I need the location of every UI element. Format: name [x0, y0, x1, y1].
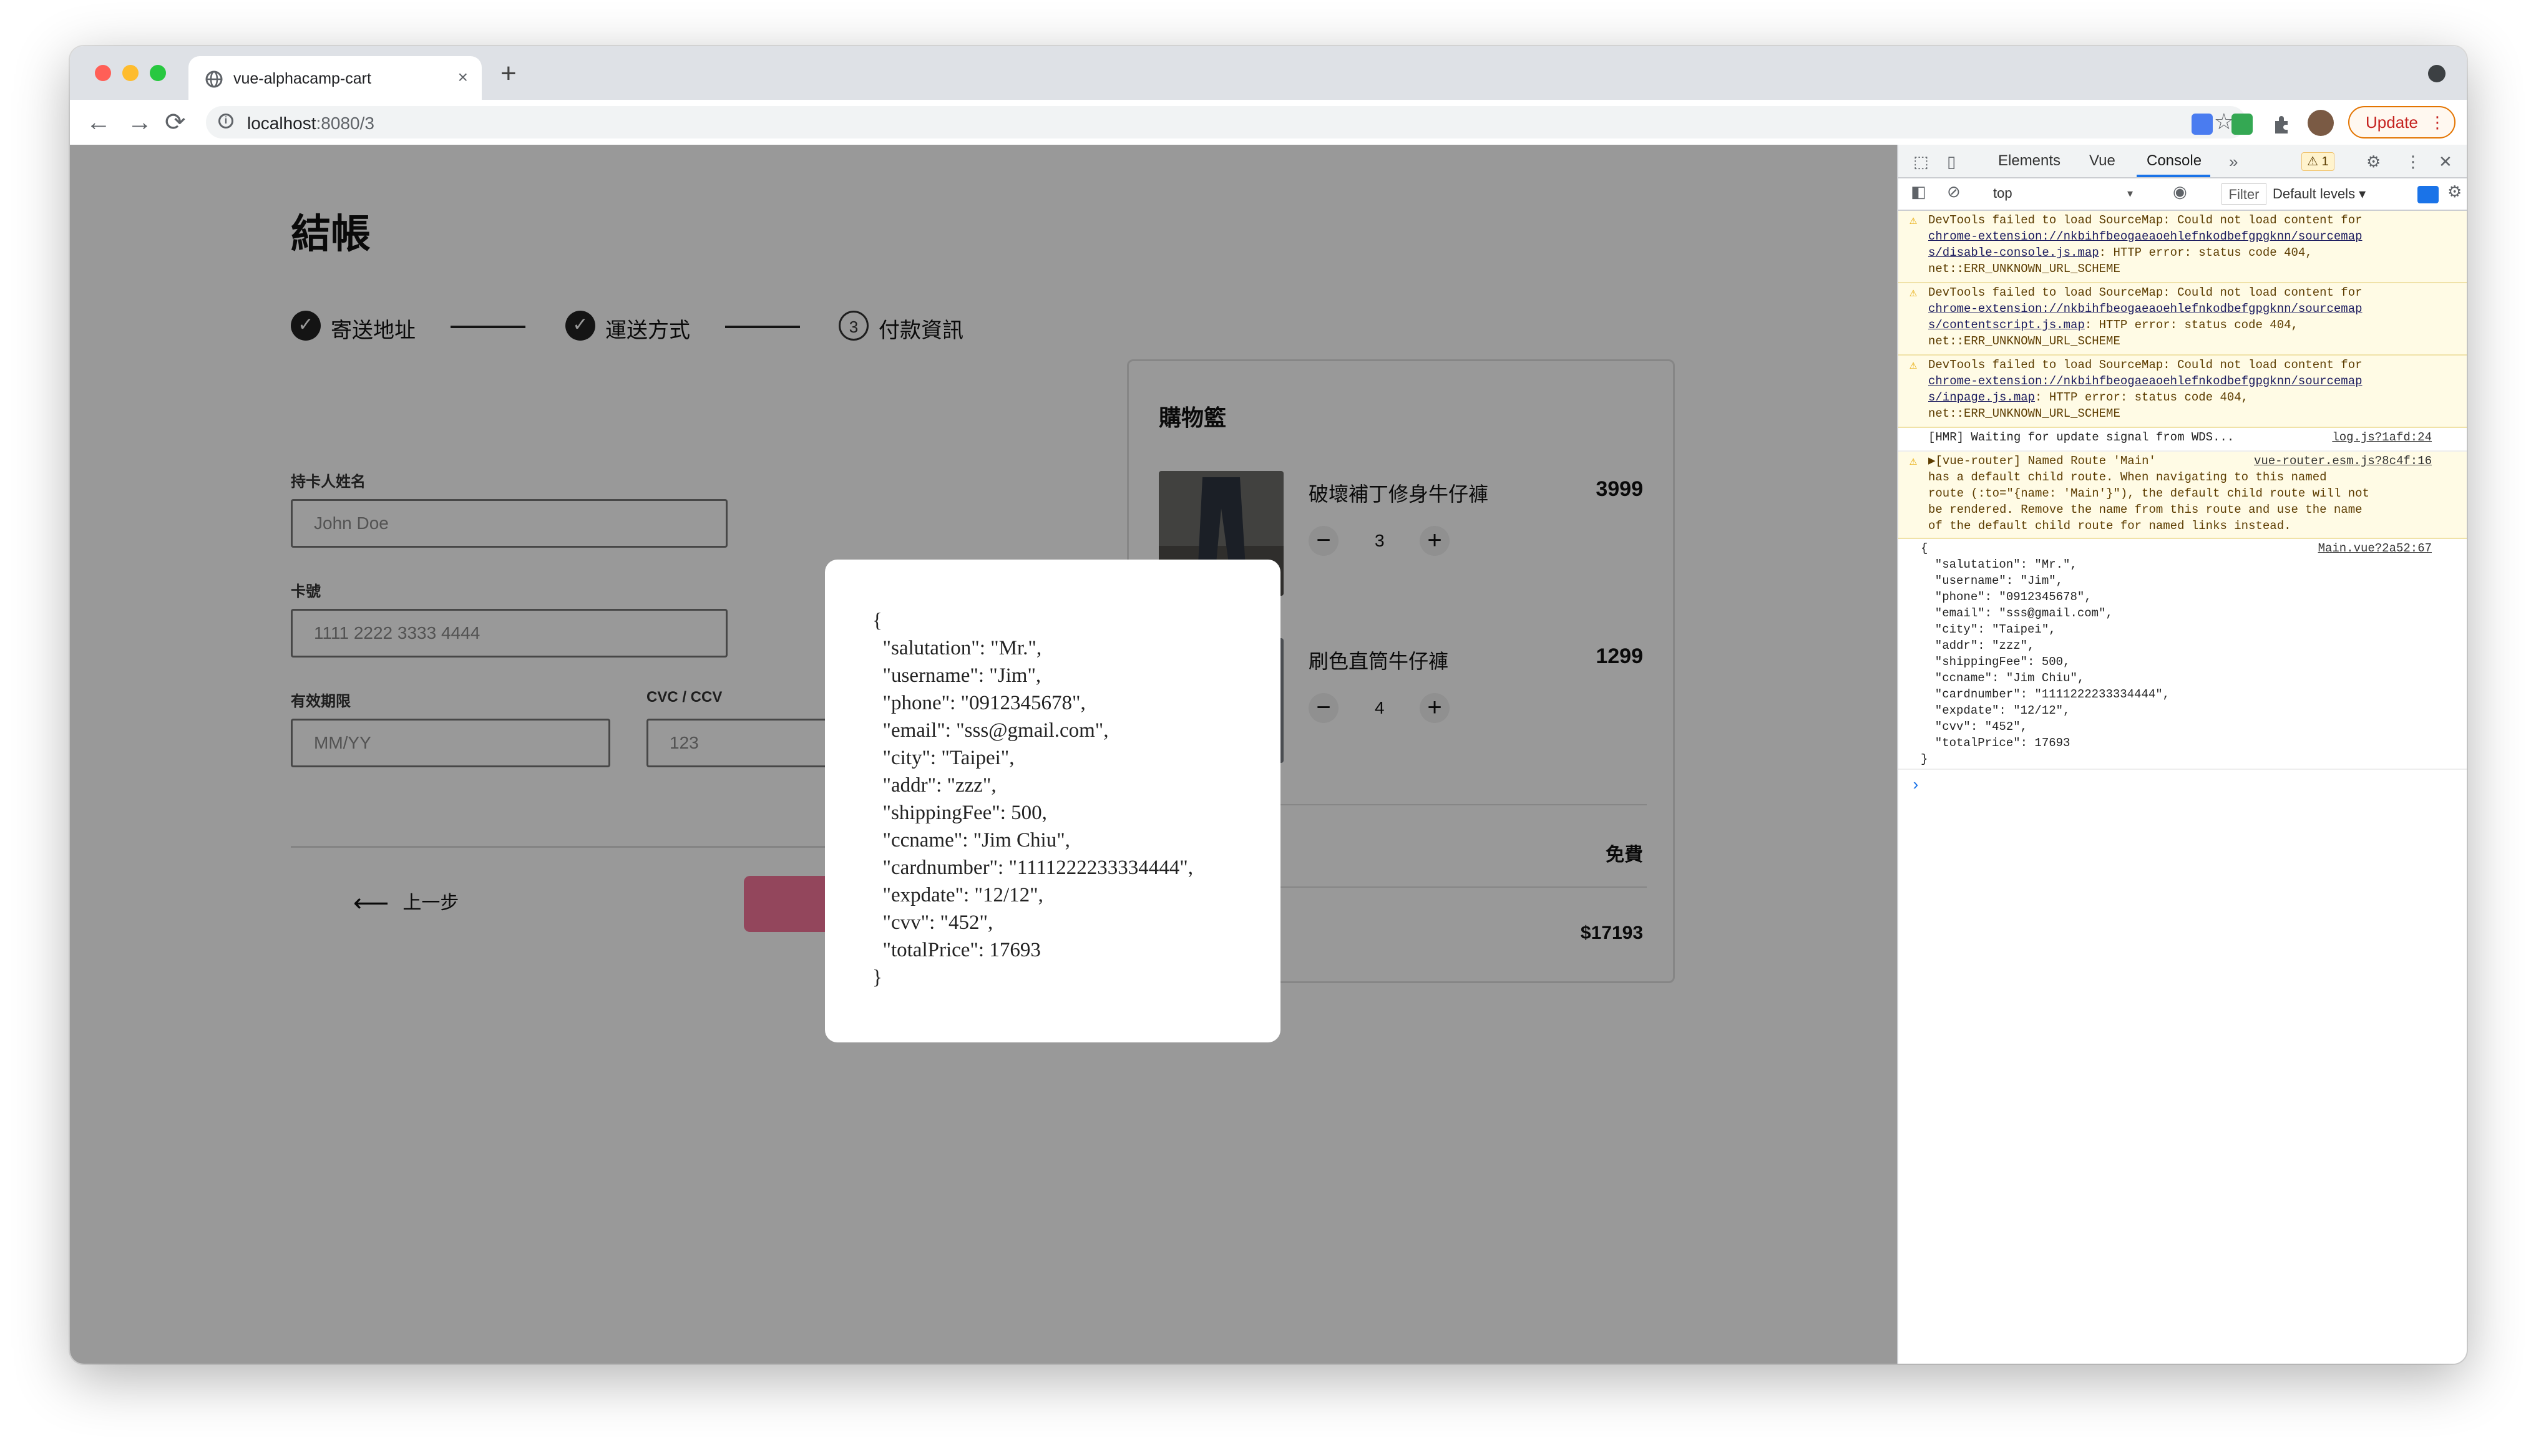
zoom-window-button[interactable]: [150, 65, 166, 81]
console-warning: ⚠ DevTools failed to load SourceMap: Cou…: [1898, 211, 2467, 283]
extensions-puzzle-icon[interactable]: [2271, 114, 2293, 135]
tab-search-icon[interactable]: [2428, 65, 2446, 82]
eye-icon[interactable]: ◉: [2173, 182, 2187, 201]
source-link[interactable]: vue-router.esm.js?8c4f:16: [2254, 453, 2432, 469]
close-devtools-icon[interactable]: ✕: [2439, 152, 2452, 172]
device-toolbar-icon[interactable]: ▯: [1947, 152, 1956, 172]
console-toolbar: ◧ ⊘ top ▾ ◉ Filter Default levels ▾ ⚙: [1898, 178, 2467, 211]
settings-gear-icon[interactable]: ⚙: [2366, 152, 2381, 172]
tab-vue-alphacamp-cart[interactable]: vue-alphacamp-cart ×: [188, 56, 482, 100]
filter-input[interactable]: Filter: [2221, 183, 2266, 205]
warning-icon: ⚠: [1909, 286, 1918, 301]
console-message-text: DevTools failed to load SourceMap: Could…: [1928, 213, 2363, 276]
warning-icon: ⚠: [1909, 359, 1918, 373]
devtools-tab-bar: ⬚ ▯ Elements Vue Console » ⚠ 1 ⚙ ⋮ ✕: [1898, 145, 2467, 178]
console-log-object: { "salutation": "Mr.", "username": "Jim"…: [1898, 539, 2467, 770]
devtools-panel: ⬚ ▯ Elements Vue Console » ⚠ 1 ⚙ ⋮ ✕ ◧ ⊘…: [1897, 145, 2467, 1364]
source-link[interactable]: Main.vue?2a52:67: [2318, 540, 2432, 556]
warning-icon: ⚠: [1909, 214, 1918, 228]
minimize-window-button[interactable]: [122, 65, 139, 81]
console-warning-router[interactable]: ⚠ ▶[vue-router] Named Route 'Main' has a…: [1898, 452, 2467, 539]
more-tabs-icon[interactable]: »: [2229, 152, 2238, 172]
order-json-modal: { "salutation": "Mr.", "username": "Jim"…: [825, 560, 1280, 1042]
profile-avatar[interactable]: [2308, 110, 2334, 136]
clear-console-icon[interactable]: ⊘: [1947, 182, 1961, 201]
log-levels-select[interactable]: Default levels ▾: [2273, 183, 2366, 205]
console-message-text: DevTools failed to load SourceMap: Could…: [1928, 358, 2363, 420]
back-button[interactable]: ←: [86, 109, 111, 136]
console-warning: ⚠ DevTools failed to load SourceMap: Cou…: [1898, 283, 2467, 356]
new-tab-button[interactable]: +: [500, 60, 517, 87]
console-settings-gear-icon[interactable]: ⚙: [2447, 182, 2462, 201]
tab-strip: vue-alphacamp-cart × +: [70, 46, 2467, 100]
reload-button[interactable]: ⟳: [165, 109, 186, 136]
tab-vue[interactable]: Vue: [2089, 152, 2115, 170]
globe-icon: [205, 70, 223, 88]
console-message-text: DevTools failed to load SourceMap: Could…: [1928, 286, 2363, 348]
address-bar[interactable]: i localhost:8080/3 ☆: [206, 106, 2246, 138]
forward-button[interactable]: →: [127, 109, 152, 136]
inspect-element-icon[interactable]: ⬚: [1913, 152, 1929, 172]
chevron-down-icon: ▾: [2127, 187, 2133, 200]
console-prompt[interactable]: ›: [1911, 776, 1921, 795]
more-options-icon[interactable]: ⋮: [2405, 152, 2421, 172]
translate-extension-icon[interactable]: [2192, 114, 2213, 135]
console-log-hmr: [HMR] Waiting for update signal from WDS…: [1898, 428, 2467, 452]
more-menu-icon[interactable]: ⋮: [2429, 107, 2446, 137]
issues-icon[interactable]: [2417, 186, 2439, 203]
warning-icon: ⚠: [1909, 455, 1918, 469]
tab-close-icon[interactable]: ×: [458, 67, 468, 87]
order-json-text: { "salutation": "Mr.", "username": "Jim"…: [872, 609, 1193, 989]
warning-count-badge[interactable]: ⚠ 1: [2301, 152, 2334, 171]
console-warning: ⚠ DevTools failed to load SourceMap: Cou…: [1898, 356, 2467, 428]
tab-title: vue-alphacamp-cart: [233, 70, 371, 87]
browser-toolbar: ← → ⟳ i localhost:8080/3 ☆ Update ⋮: [70, 100, 2467, 146]
context-select[interactable]: top ▾: [1979, 183, 2140, 203]
close-window-button[interactable]: [95, 65, 111, 81]
console-message-text: { "salutation": "Mr.", "username": "Jim"…: [1921, 541, 2170, 766]
sidebar-toggle-icon[interactable]: ◧: [1911, 182, 1926, 201]
tab-console[interactable]: Console: [2147, 152, 2202, 170]
browser-window: vue-alphacamp-cart × + ← → ⟳ i localhost…: [70, 46, 2467, 1364]
site-info-icon[interactable]: i: [218, 114, 233, 129]
green-extension-icon[interactable]: [2231, 114, 2253, 135]
update-button[interactable]: Update ⋮: [2348, 106, 2456, 138]
address-url: localhost:8080/3: [247, 114, 374, 133]
tab-elements[interactable]: Elements: [1998, 152, 2060, 170]
active-tab-indicator: [2137, 175, 2210, 177]
source-link[interactable]: log.js?1afd:24: [2332, 429, 2432, 445]
